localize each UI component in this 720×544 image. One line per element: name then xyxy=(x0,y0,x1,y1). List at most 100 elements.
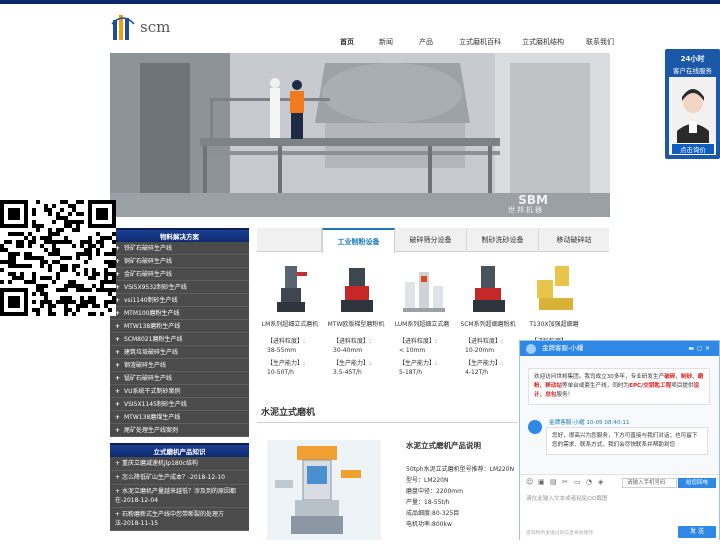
plus-icon: + xyxy=(115,297,121,304)
solution-label: 钢渣破碎生产线 xyxy=(124,362,167,369)
close-icon[interactable]: ✕ xyxy=(705,345,713,352)
solution-item[interactable]: + MTW138磨煤生产线 xyxy=(110,411,249,424)
minimize-icon[interactable]: ▬ xyxy=(688,345,697,352)
agent-avatar-icon xyxy=(528,420,542,434)
product-spec-value: < 10mm xyxy=(399,347,426,354)
thumbs-up-icon[interactable]: ◔ xyxy=(586,478,592,486)
mill-description-line: 磨盘中径：2200mm xyxy=(406,488,463,495)
product-card[interactable]: LUM系列超细立式磨 【进料粒度】: < 10mm 【生产能力】: 5-18T/… xyxy=(389,252,455,380)
solution-item[interactable]: + VSI5X9532制砂生产线 xyxy=(110,281,249,294)
plus-icon: + xyxy=(115,323,121,330)
product-spec-value: 38-55mm xyxy=(267,347,297,354)
product-spec-value: 10-50T/h xyxy=(267,369,294,376)
inquiry-button[interactable]: 点击询价 xyxy=(671,143,715,155)
chat-header-title: 金牌客服-小耀 xyxy=(542,344,584,352)
plus-icon: + xyxy=(115,474,122,481)
nav-item-contact[interactable]: 联系我们 xyxy=(586,37,614,47)
vertical-mill-illustration xyxy=(267,440,381,540)
product-card[interactable]: SCM系列超细磨粉机 【进料粒度】: 10-20mm 【生产能力】: 4-12T… xyxy=(455,252,521,380)
welcome-text: 欢迎访问世邦集团。我司成立30多年，专业研发生产 xyxy=(534,374,665,380)
product-spec-value: 5-18T/h xyxy=(399,369,423,376)
plus-icon: + xyxy=(115,375,121,382)
site-logo[interactable]: scm xyxy=(110,12,180,42)
qr-code-icon xyxy=(0,200,116,316)
solution-label: MTW138磨粉生产线 xyxy=(124,323,181,330)
solution-item[interactable]: + VU系统干式制砂案例 xyxy=(110,385,249,398)
solution-item[interactable]: + vsi1140制砂生产线 xyxy=(110,294,249,307)
product-spec-label: 【进料粒度】: xyxy=(267,338,306,345)
knowledge-item[interactable]: + 重庆立磨减速机jlp180c结构 xyxy=(110,457,249,471)
callback-button[interactable]: 给您回电 xyxy=(678,478,716,488)
tab-spacer xyxy=(257,228,322,252)
emoji-icon[interactable]: ☺ xyxy=(526,478,533,486)
chat-agent-message: 您好，很高兴为您服务，下方可直接与我们对话；也可留下您的需求、联系方式，我们会尽… xyxy=(546,427,708,455)
solution-label: 金矿石破碎生产线 xyxy=(124,271,173,278)
solution-label: VU系统干式制砂案例 xyxy=(124,388,181,395)
solution-item[interactable]: + 金矿石破碎生产线 xyxy=(110,268,249,281)
nav-item-products[interactable]: 产品 xyxy=(419,37,433,47)
product-card[interactable]: MTW欧版梯型磨粉机 【进料粒度】: 30-40mm 【生产能力】: 3.5-4… xyxy=(323,252,389,380)
knowledge-item[interactable]: + 怎么降低矿山生产成本？-2018-12-10 xyxy=(110,471,249,485)
vertical-mill-diagram xyxy=(267,440,381,540)
knowledge-item[interactable]: + 水泥立磨机产量越来越低？涉及到的原因都在-2018-12-04 xyxy=(110,485,249,508)
tab-crushing-screening[interactable]: 破碎筛分设备 xyxy=(395,228,467,252)
nav-item-encyclopedia[interactable]: 立式磨机百科 xyxy=(459,37,501,47)
solution-label: VSI5X9532制砂生产线 xyxy=(124,284,187,291)
knowledge-label: 水泥立磨机产量越来越低？涉及到的原因都在-2018-12-04 xyxy=(115,488,236,504)
solution-item[interactable]: + 建筑垃圾破碎生产线 xyxy=(110,346,249,359)
plus-icon: + xyxy=(115,362,121,369)
mill-description-line: 产量：18-55t/h xyxy=(406,499,450,506)
hero-banner[interactable]: SBM 世邦机器 xyxy=(110,53,610,217)
chat-message-input[interactable]: 请在此输入文本或者粘贴QQ截图 xyxy=(520,490,719,524)
product-card[interactable]: LM系列超细立式磨机 【进料粒度】: 38-55mm 【生产能力】: 10-50… xyxy=(257,252,323,380)
solution-item[interactable]: + MTM100磨粉生产线 xyxy=(110,307,249,320)
product-spec-label: 【进料粒度】: xyxy=(333,338,372,345)
solution-item[interactable]: + 铜矿石破碎生产线 xyxy=(110,255,249,268)
solution-item[interactable]: + 锰矿石破碎生产线 xyxy=(110,372,249,385)
tab-mobile-crusher[interactable]: 移动破碎站 xyxy=(539,228,609,252)
product-name: T130X加强超细磨 xyxy=(529,321,579,328)
solution-item[interactable]: + SCM8021磨粉生产线 xyxy=(110,333,249,346)
solution-item[interactable]: + 钢渣破碎生产线 xyxy=(110,359,249,372)
knowledge-list: + 重庆立磨减速机jlp180c结构 + 怎么降低矿山生产成本？-2018-12… xyxy=(110,457,249,531)
product-spec-value: 4-12T/h xyxy=(465,369,489,376)
mill-description-line: 电机功率:800kw xyxy=(406,521,452,528)
tab-sand-making[interactable]: 制砂洗砂设备 xyxy=(467,228,539,252)
solution-label: 锰矿石破碎生产线 xyxy=(124,375,173,382)
mill-description-title: 水泥立式磨机产品说明 xyxy=(406,441,481,450)
solution-item[interactable]: + MTW138磨粉生产线 xyxy=(110,320,249,333)
nav-item-structure[interactable]: 立式磨机结构 xyxy=(522,37,564,47)
solution-label: vsi1140制砂生产线 xyxy=(124,297,178,304)
chat-widget: 金牌客服-小耀 ▬◻✕ 欢迎访问世邦集团。我司成立30多年，专业研发生产破碎、制… xyxy=(519,340,720,540)
send-button[interactable]: 发 送 xyxy=(678,526,716,538)
product-spec-label: 【进料粒度】: xyxy=(399,338,438,345)
scissors-icon[interactable]: ✂ xyxy=(562,478,568,486)
plus-icon: + xyxy=(115,271,121,278)
solution-item[interactable]: + 尾矿处理生产线案例 xyxy=(110,424,249,437)
plus-icon: + xyxy=(115,258,121,265)
service-widget-line1: 24小时 xyxy=(680,55,705,63)
welcome-text: 项目提供 xyxy=(671,383,694,389)
knowledge-label: 怎么降低矿山生产成本？-2018-12-10 xyxy=(121,474,225,481)
link-icon[interactable]: ◈ xyxy=(598,478,603,486)
nav-item-news[interactable]: 新闻 xyxy=(379,37,393,47)
solution-label: 尾矿处理生产线案例 xyxy=(124,427,179,434)
product-spec-label: 【生产能力】: xyxy=(465,360,504,367)
product-spec-label: 【进料粒度】: xyxy=(465,338,504,345)
sidebar: 物料解决方案 + 铁矿石破碎生产线 + 铜矿石破碎生产线 + 金矿石破碎生产线 + VS… xyxy=(110,228,249,531)
plus-icon: + xyxy=(115,310,121,317)
maximize-icon[interactable]: ◻ xyxy=(697,345,705,352)
product-spec-value: 10-20mm xyxy=(465,347,495,354)
folder-icon[interactable]: ▭ xyxy=(574,478,581,486)
nav-item-home[interactable]: 首页 xyxy=(340,37,354,47)
highlight-text: EPC/交钥匙工程 xyxy=(629,383,672,389)
image-icon[interactable]: ▣ xyxy=(538,478,545,486)
welcome-text: 服务！ xyxy=(556,392,574,398)
file-icon[interactable]: ▤ xyxy=(550,478,557,486)
chat-welcome-message: 欢迎访问世邦集团。我司成立30多年，专业研发生产破碎、制砂、磨粉、移动站等单台或… xyxy=(528,368,710,405)
phone-number-input[interactable]: 请输入手机号码 xyxy=(622,478,677,488)
knowledge-item[interactable]: + 石粉磨新式生产线中您带断裂的处理方法-2018-11-15 xyxy=(110,508,249,531)
solution-item[interactable]: + VSI5X1145制砂生产线 xyxy=(110,398,249,411)
top-accent-bar xyxy=(0,0,720,4)
tab-industrial-milling[interactable]: 工业制粉设备 xyxy=(322,228,395,253)
